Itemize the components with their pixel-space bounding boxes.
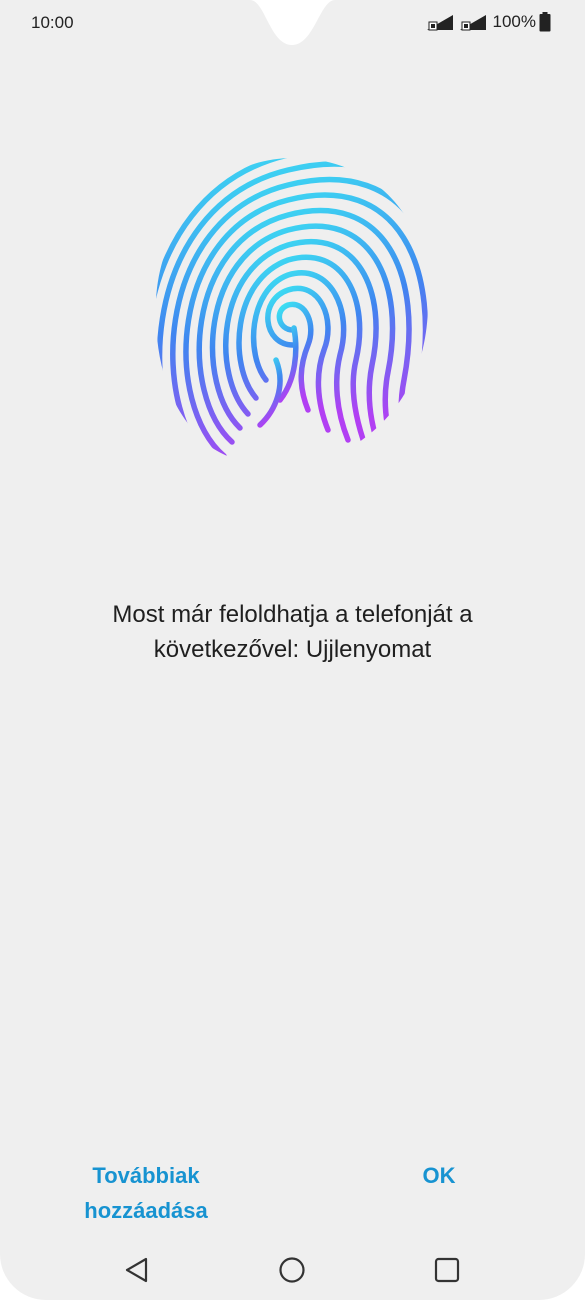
sim2-signal-icon <box>459 15 486 31</box>
status-icons: 100% <box>425 10 551 34</box>
battery-percent: 100% <box>492 12 536 31</box>
fingerprint-icon <box>155 158 429 472</box>
sim1-signal-icon <box>426 15 453 31</box>
add-more-fingerprints-button[interactable]: Továbbiak hozzáadása <box>60 1158 232 1228</box>
confirmation-message: Most már feloldhatja a telefonját a köve… <box>112 601 473 663</box>
status-bar: 10:00 100% <box>0 0 585 48</box>
recent-apps-icon[interactable] <box>427 1250 467 1290</box>
phone-screen: 10:00 100% Most már feloldhatja a telefo… <box>0 0 585 1300</box>
navigation-bar <box>0 1240 585 1295</box>
ok-button[interactable]: OK <box>399 1158 479 1193</box>
battery-icon <box>539 12 551 32</box>
home-icon[interactable] <box>272 1250 312 1290</box>
status-time: 10:00 <box>31 13 74 32</box>
back-icon[interactable] <box>118 1250 158 1290</box>
